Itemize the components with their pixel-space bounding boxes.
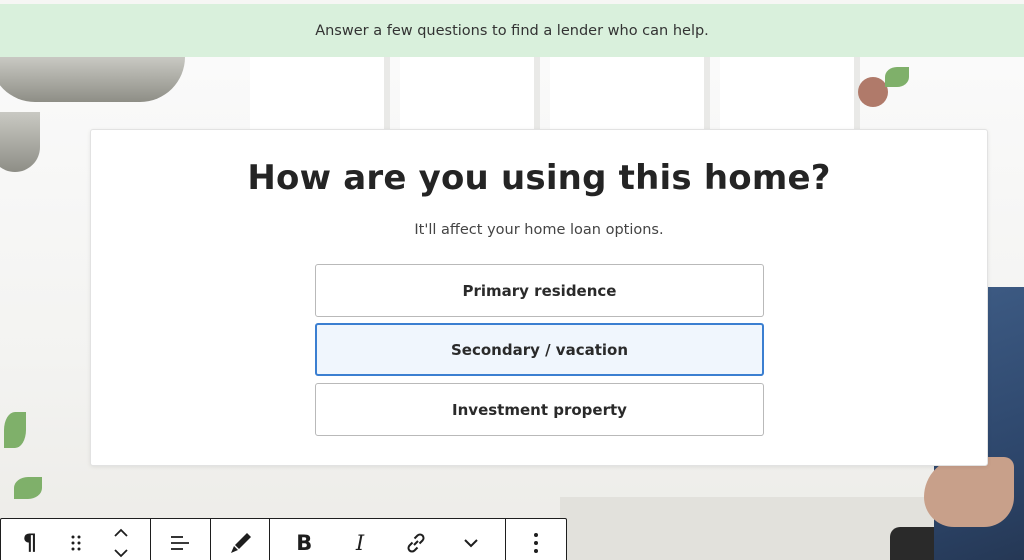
drag-handle-icon[interactable] <box>53 519 99 560</box>
move-up-down-icon[interactable] <box>98 519 144 560</box>
plant-leaf <box>4 412 26 448</box>
option-secondary-vacation[interactable]: Secondary / vacation <box>315 323 764 376</box>
plant-flower <box>858 77 888 107</box>
more-rich-text-chevron-icon[interactable] <box>448 519 494 560</box>
option-label: Primary residence <box>462 281 617 300</box>
bold-glyph: B <box>296 531 313 555</box>
highlight-group <box>211 519 271 560</box>
question-subtitle: It'll affect your home loan options. <box>414 222 664 238</box>
block-toolbar: ¶ B I <box>0 518 567 560</box>
alignment-group <box>151 519 211 560</box>
bold-button[interactable]: B <box>281 519 327 560</box>
options-kebab-icon[interactable] <box>513 519 559 560</box>
format-group: B I <box>270 519 507 560</box>
options-group <box>506 519 566 560</box>
italic-button[interactable]: I <box>337 519 383 560</box>
plant-leaf <box>14 477 42 499</box>
question-card: How are you using this home? It'll affec… <box>90 129 988 466</box>
italic-glyph: I <box>355 531 365 555</box>
question-title: How are you using this home? <box>247 158 831 198</box>
option-investment-property[interactable]: Investment property <box>315 383 764 436</box>
option-label: Secondary / vacation <box>450 340 629 359</box>
paragraph-glyph: ¶ <box>22 530 37 556</box>
align-icon[interactable] <box>157 519 203 560</box>
pendant-lamp <box>0 112 40 172</box>
info-banner: Answer a few questions to find a lender … <box>0 4 1024 57</box>
option-primary-residence[interactable]: Primary residence <box>315 264 764 317</box>
pendant-lamp <box>0 57 185 102</box>
person-arm <box>924 457 1014 527</box>
option-label: Investment property <box>452 400 627 419</box>
plant-leaf <box>885 67 909 87</box>
banner-text: Answer a few questions to find a lender … <box>315 22 709 39</box>
highlight-brush-icon[interactable] <box>217 519 263 560</box>
block-type-group: ¶ <box>1 519 151 560</box>
paragraph-icon[interactable]: ¶ <box>7 519 53 560</box>
link-icon[interactable] <box>393 519 439 560</box>
